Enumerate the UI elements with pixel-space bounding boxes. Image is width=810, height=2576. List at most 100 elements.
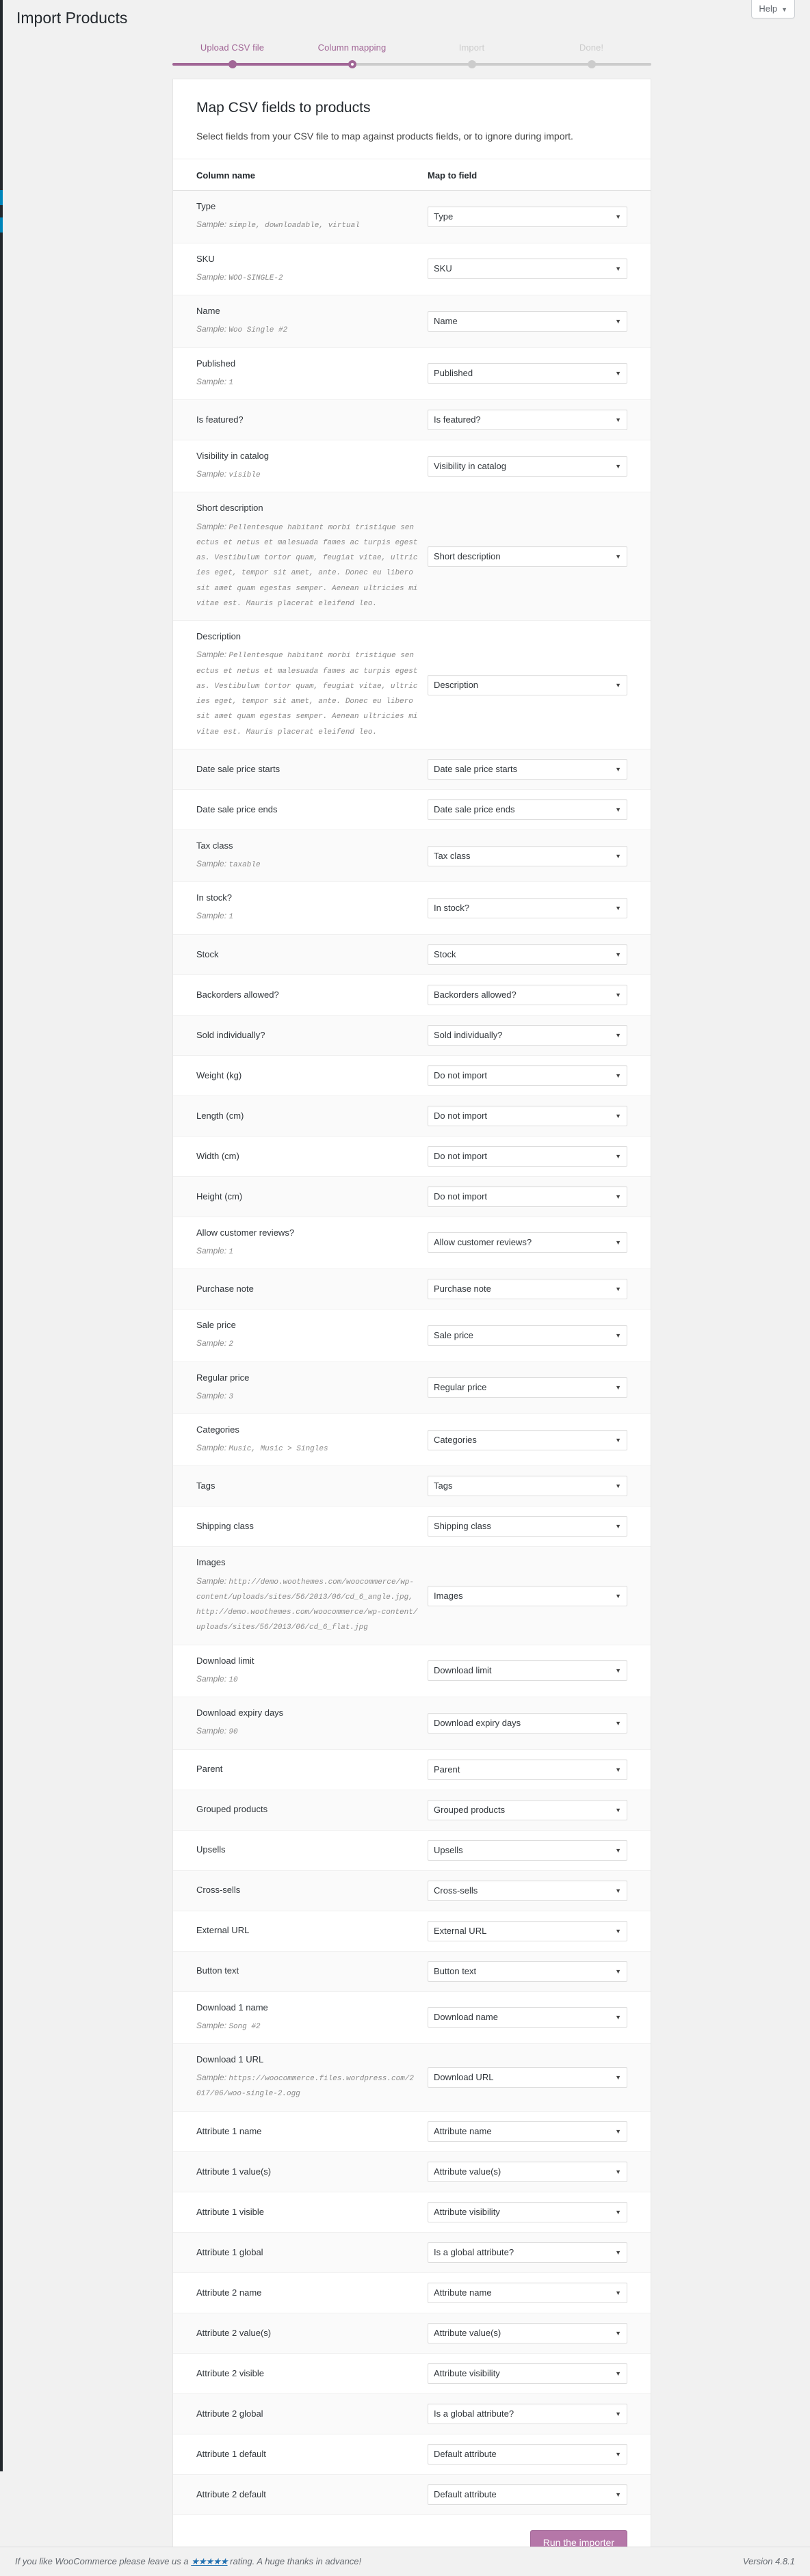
column-name-cell: Height (cm) (173, 1176, 418, 1217)
chevron-down-icon: ▼ (615, 462, 621, 470)
chevron-down-icon: ▼ (615, 1719, 621, 1727)
rating-stars-link[interactable]: ★★★★★ (191, 2556, 228, 2566)
map-field-select[interactable]: Download URL ▼ (428, 2067, 627, 2088)
page-title: Import Products (16, 9, 128, 27)
column-name-cell: Download 1 URL Sample: https://woocommerc… (173, 2043, 418, 2112)
map-field-select[interactable]: Attribute value(s) ▼ (428, 2161, 627, 2182)
table-row: Purchase note Purchase note ▼ (173, 1269, 651, 1310)
chevron-down-icon: ▼ (615, 2168, 621, 2175)
map-field-select[interactable]: Default attribute ▼ (428, 2443, 627, 2465)
map-field-select[interactable]: Tax class ▼ (428, 845, 627, 866)
map-field-select[interactable]: Stock ▼ (428, 944, 627, 965)
column-name-label: Upsells (196, 1844, 226, 1855)
map-field-select[interactable]: Short description ▼ (428, 546, 627, 567)
map-field-select[interactable]: Type ▼ (428, 207, 627, 228)
column-name-label: Download limit (196, 1655, 254, 1666)
map-field-select[interactable]: Is a global attribute? ▼ (428, 2403, 627, 2424)
map-to-field-cell: Attribute value(s) ▼ (418, 2313, 651, 2354)
column-name-label: Attribute 1 global (196, 2246, 263, 2257)
map-field-select[interactable]: Download limit ▼ (428, 1660, 627, 1682)
map-field-select[interactable]: Name ▼ (428, 310, 627, 332)
column-name-label: Parent (196, 1764, 223, 1775)
column-name-label: Date sale price ends (196, 804, 278, 814)
map-field-select[interactable]: SKU ▼ (428, 258, 627, 280)
map-to-field-cell: Download URL ▼ (418, 2043, 651, 2112)
map-field-select[interactable]: Attribute visibility ▼ (428, 2363, 627, 2384)
map-field-select[interactable]: Attribute name ▼ (428, 2282, 627, 2303)
chevron-down-icon: ▼ (615, 1193, 621, 1200)
map-field-select[interactable]: Download expiry days ▼ (428, 1712, 627, 1734)
map-field-select[interactable]: Images ▼ (428, 1585, 627, 1606)
map-to-field-cell: Images ▼ (418, 1546, 651, 1645)
table-row: Images Sample: http://demo.woothemes.com/… (173, 1546, 651, 1645)
admin-sidebar-rail (0, 0, 3, 2471)
map-field-select[interactable]: Do not import ▼ (428, 1145, 627, 1167)
header-column-name: Column name (173, 159, 418, 191)
map-field-select[interactable]: Purchase note ▼ (428, 1279, 627, 1300)
column-sample-value: 1 (228, 378, 233, 387)
map-to-field-cell: Published ▼ (418, 347, 651, 401)
column-name-cell: Attribute 1 global (173, 2232, 418, 2273)
map-field-select[interactable]: Default attribute ▼ (428, 2484, 627, 2505)
table-row: Download 1 name Sample: Song #2 Download n… (173, 1991, 651, 2044)
map-to-field-cell: Date sale price ends ▼ (418, 789, 651, 830)
map-field-select[interactable]: Is featured? ▼ (428, 410, 627, 431)
stepper-label-0: Upload CSV file (200, 42, 265, 53)
column-sample-text: Sample: simple, downloadable, virtual (196, 220, 360, 230)
column-name-label: Images (196, 1557, 226, 1568)
map-field-select[interactable]: Regular price ▼ (428, 1377, 627, 1398)
help-button[interactable]: Help ▼ (751, 0, 795, 18)
map-field-select[interactable]: Do not import ▼ (428, 1105, 627, 1126)
map-field-select[interactable]: Attribute value(s) ▼ (428, 2322, 627, 2343)
map-field-select[interactable]: Is a global attribute? ▼ (428, 2242, 627, 2263)
map-field-select[interactable]: Date sale price starts ▼ (428, 758, 627, 780)
page-wrap: Upload CSV file Column mapping Import Done!… (0, 0, 810, 2576)
map-field-select[interactable]: Backorders allowed? ▼ (428, 984, 627, 1005)
map-field-select[interactable]: Attribute name ▼ (428, 2121, 627, 2142)
map-field-select[interactable]: Upsells ▼ (428, 1840, 627, 1861)
column-sample-text: Sample: 10 (196, 1673, 238, 1684)
map-field-select[interactable]: Do not import ▼ (428, 1186, 627, 1207)
map-field-select[interactable]: Grouped products ▼ (428, 1799, 627, 1820)
chevron-down-icon: ▼ (615, 317, 621, 325)
map-field-select[interactable]: Sale price ▼ (428, 1325, 627, 1346)
column-name-label: Attribute 1 value(s) (196, 2166, 272, 2177)
column-name-cell: Attribute 2 name (173, 2272, 418, 2313)
map-field-select[interactable]: Allow customer reviews? ▼ (428, 1232, 627, 1253)
map-field-select[interactable]: Date sale price ends ▼ (428, 799, 627, 820)
map-field-select[interactable]: Sold individually? ▼ (428, 1024, 627, 1046)
chevron-down-icon: ▼ (615, 2208, 621, 2216)
map-field-select[interactable]: External URL ▼ (428, 1920, 627, 1941)
map-field-select[interactable]: Cross-sells ▼ (428, 1880, 627, 1901)
stepper-bar-progress (172, 63, 352, 66)
column-name-cell: Published Sample: 1 (173, 347, 418, 401)
map-field-select[interactable]: Attribute visibility ▼ (428, 2201, 627, 2222)
table-row: Sold individually? Sold individually? ▼ (173, 1015, 651, 1056)
map-field-select[interactable]: Tags ▼ (428, 1476, 627, 1497)
map-field-select[interactable]: Shipping class ▼ (428, 1516, 627, 1537)
map-field-select[interactable]: Download name ▼ (428, 2007, 627, 2028)
table-row: Attribute 2 global Is a global attribute?… (173, 2393, 651, 2434)
column-sample-value: 3 (228, 1392, 233, 1401)
chevron-down-icon: ▼ (615, 1436, 621, 1444)
map-field-select[interactable]: Description ▼ (428, 674, 627, 695)
map-field-select[interactable]: Button text ▼ (428, 1961, 627, 1982)
map-to-field-cell: Grouped products ▼ (418, 1790, 651, 1831)
map-field-select[interactable]: Published ▼ (428, 363, 627, 384)
map-to-field-cell: Attribute visibility ▼ (418, 2192, 651, 2233)
column-name-label: Tax class (196, 840, 233, 851)
column-sample-text: Sample: https://woocommerce.files.wordpr… (196, 2073, 415, 2099)
column-name-label: External URL (196, 1925, 250, 1936)
column-name-label: Regular price (196, 1372, 250, 1383)
table-row: Categories Sample: Music, Music > Singles… (173, 1413, 651, 1467)
map-field-select[interactable]: In stock? ▼ (428, 898, 627, 919)
map-field-select[interactable]: Categories ▼ (428, 1429, 627, 1450)
map-to-field-cell: Do not import ▼ (418, 1055, 651, 1096)
map-field-select[interactable]: Parent ▼ (428, 1759, 627, 1780)
column-name-label: Categories (196, 1424, 239, 1435)
column-name-label: Published (196, 358, 236, 369)
table-row: Attribute 1 value(s) Attribute value(s) ▼ (173, 2151, 651, 2192)
map-field-select[interactable]: Do not import ▼ (428, 1065, 627, 1086)
map-field-select[interactable]: Visibility in catalog ▼ (428, 455, 627, 477)
column-name-cell: Tags (173, 1465, 418, 1507)
